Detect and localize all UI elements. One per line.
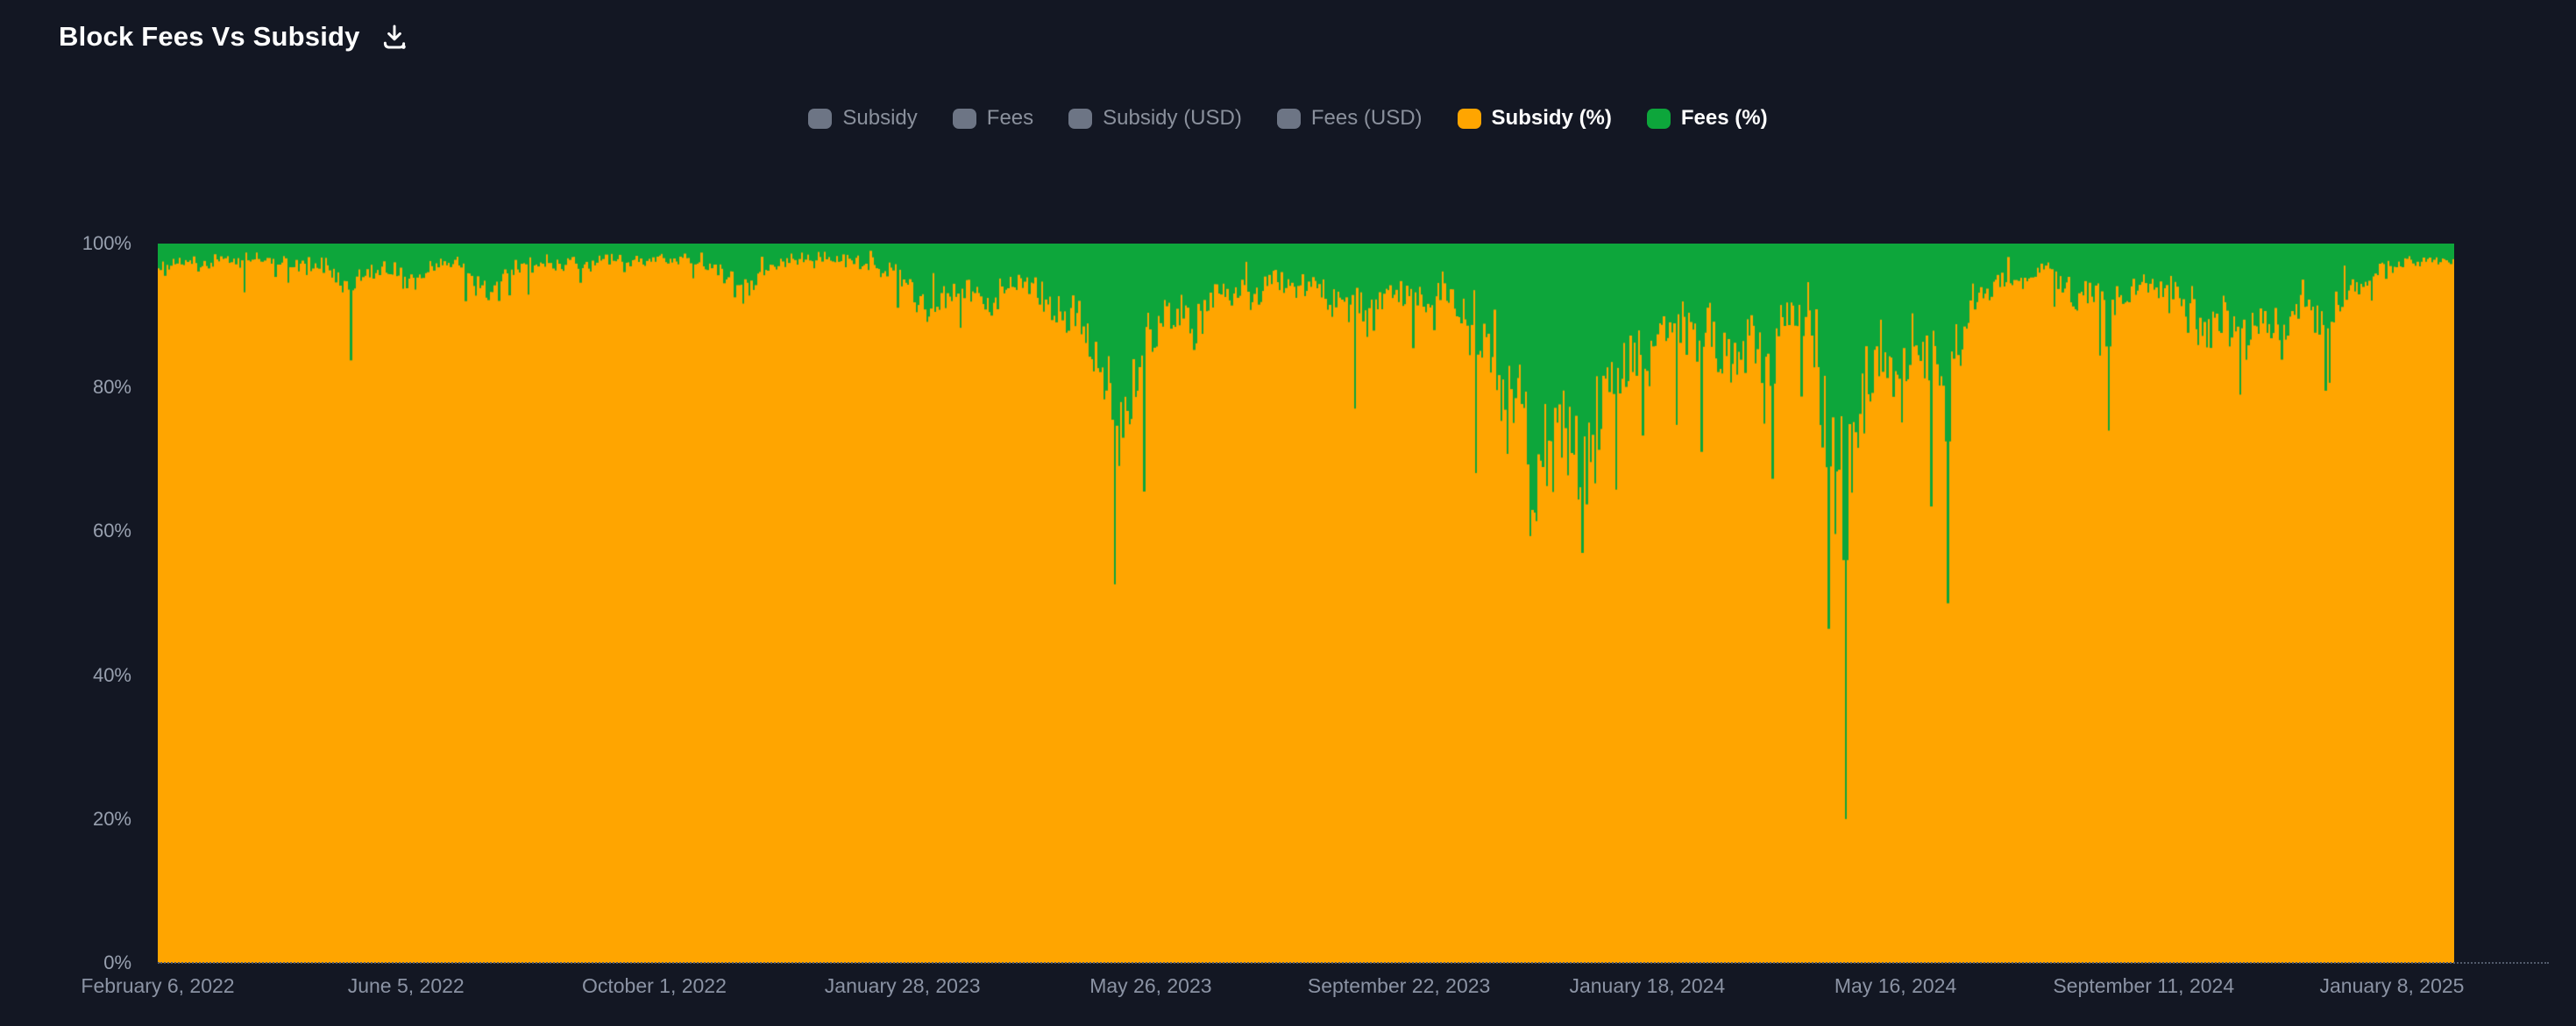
- chart-area: 0% 20% 40% 60% 80% 100% February 6, 2022 June …: [0, 0, 2576, 1026]
- x-axis-label: February 6, 2022: [81, 974, 235, 997]
- y-axis-label: 60%: [92, 520, 131, 542]
- zero-axis-line: [158, 962, 2549, 964]
- y-axis-label: 20%: [92, 807, 131, 830]
- y-axis-label: 40%: [92, 663, 131, 686]
- x-axis-label: June 5, 2022: [347, 974, 465, 997]
- x-axis-label: January 18, 2024: [1569, 974, 1726, 997]
- chart-plot[interactable]: [158, 244, 2454, 963]
- x-axis-label: January 28, 2023: [824, 974, 981, 997]
- y-axis-label: 0%: [103, 952, 131, 973]
- y-axis-label: 80%: [92, 376, 131, 399]
- x-axis-label: September 11, 2024: [2053, 974, 2235, 997]
- x-axis-label: September 22, 2023: [1307, 974, 1491, 997]
- x-axis-label: January 8, 2025: [2319, 974, 2465, 997]
- x-axis-label: May 26, 2023: [1089, 974, 1212, 997]
- x-axis-label: October 1, 2022: [581, 974, 727, 997]
- x-axis-label: May 16, 2024: [1834, 974, 1957, 997]
- y-axis-label: 100%: [82, 232, 131, 254]
